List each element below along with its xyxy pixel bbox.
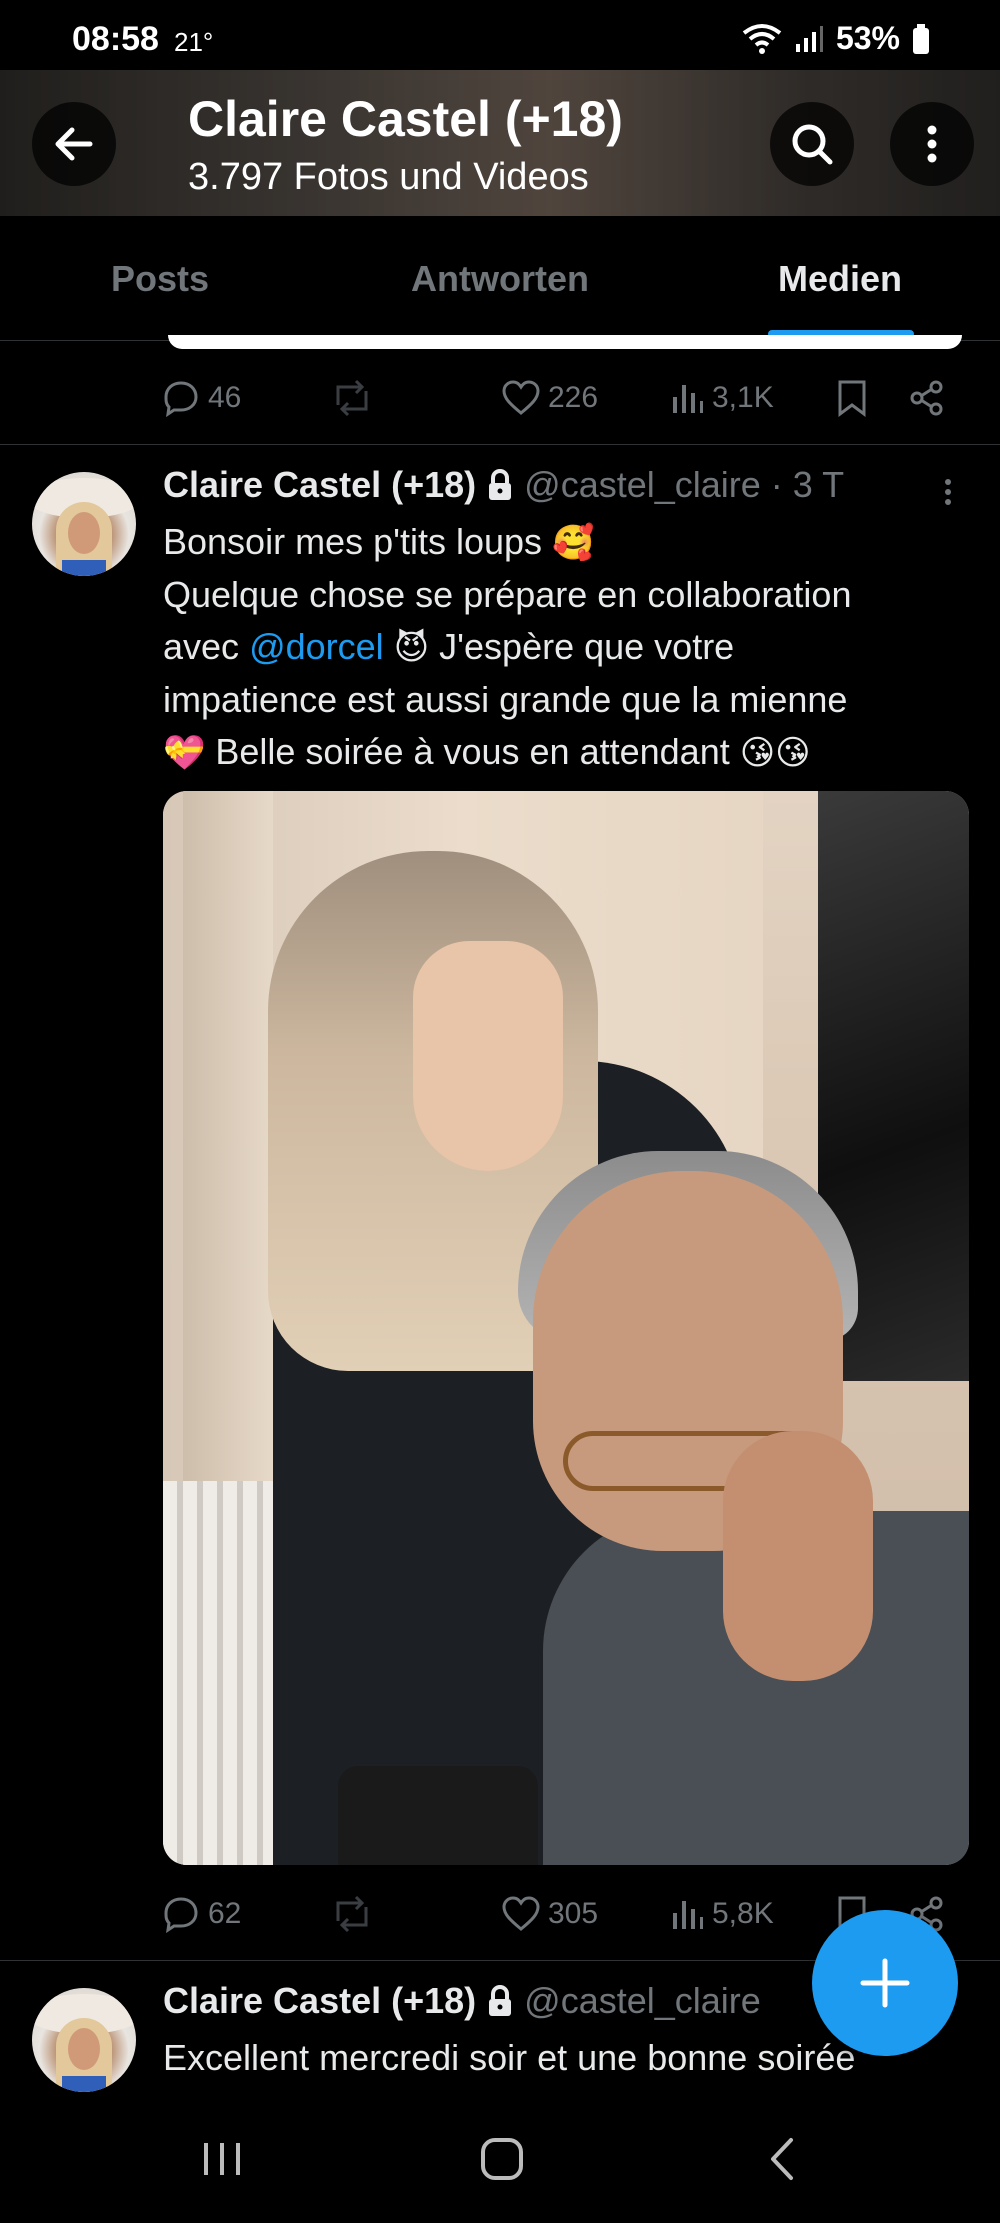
post-time: · 3 T	[770, 464, 845, 505]
views-icon	[673, 385, 703, 413]
signal-icon	[795, 25, 823, 52]
status-temperature: 21°	[174, 27, 214, 57]
bookmark-button[interactable]	[837, 370, 867, 426]
like-button[interactable]: 226	[502, 370, 598, 426]
profile-tabs: Posts Antworten Medien	[0, 216, 1000, 341]
previous-post-media[interactable]	[168, 335, 962, 349]
author-handle[interactable]: @castel_claire	[524, 1980, 761, 2022]
like-button[interactable]: 305	[502, 1886, 598, 1942]
battery-icon	[913, 23, 929, 54]
repost-button[interactable]	[330, 370, 374, 426]
post-photo[interactable]	[163, 791, 969, 1865]
kiss-emoji: 😘😘	[739, 733, 811, 773]
repost-icon	[336, 1895, 368, 1933]
post-text-line: Quelque chose se prépare en collaboratio…	[163, 574, 852, 615]
author-name[interactable]: Claire Castel (+18)	[163, 464, 476, 506]
back-button[interactable]	[32, 102, 116, 186]
author-handle[interactable]: @castel_claire	[524, 464, 761, 506]
battery-level: 53%	[835, 20, 900, 56]
like-icon	[502, 380, 540, 415]
status-indicators: 53%	[742, 20, 930, 57]
plus-icon	[860, 1958, 910, 2008]
like-icon	[502, 1896, 540, 1931]
more-vertical-icon	[945, 479, 951, 505]
share-button[interactable]	[908, 370, 946, 426]
lock-icon	[489, 1985, 512, 2016]
status-time: 08:58	[72, 20, 159, 58]
reply-icon	[164, 1897, 198, 1933]
recent-apps-icon	[204, 2143, 240, 2175]
devil-emoji: 😈	[393, 628, 430, 668]
tab-media[interactable]: Medien	[720, 216, 960, 341]
media-count: 3.797 Fotos und Videos	[188, 156, 589, 198]
heart-gift-emoji: 💝	[163, 733, 206, 773]
reply-count: 46	[208, 381, 242, 414]
reply-icon	[164, 381, 198, 417]
reply-button[interactable]: 46	[162, 370, 241, 426]
wifi-icon	[742, 23, 782, 54]
like-count: 226	[548, 381, 599, 414]
views-button[interactable]: 5,8K	[670, 1886, 774, 1942]
avatar[interactable]	[32, 1988, 136, 2092]
smiling-hearts-emoji: 🥰	[552, 523, 595, 563]
reply-count: 62	[208, 1897, 242, 1930]
like-count: 305	[548, 1897, 599, 1930]
more-options-button[interactable]	[890, 102, 974, 186]
profile-header: Claire Castel (+18) 3.797 Fotos und Vide…	[0, 70, 1000, 216]
post-text-line: avec @dorcel 😈 J'espère que votre	[163, 626, 735, 668]
tab-replies[interactable]: Antworten	[375, 216, 625, 341]
more-vertical-icon	[927, 125, 937, 163]
share-icon	[910, 380, 943, 416]
view-count: 5,8K	[712, 1897, 774, 1930]
tab-posts[interactable]: Posts	[40, 216, 280, 341]
back-arrow-icon	[55, 127, 93, 161]
post-divider	[0, 444, 1000, 445]
lock-icon	[489, 469, 512, 500]
status-bar: 08:58 21° 53%	[0, 0, 1000, 70]
mention-link[interactable]: @dorcel	[249, 626, 384, 667]
search-icon	[792, 124, 833, 165]
views-button[interactable]: 3,1K	[670, 370, 774, 426]
home-button[interactable]	[422, 2095, 582, 2223]
avatar[interactable]	[32, 472, 136, 576]
repost-icon	[336, 379, 368, 417]
back-nav-button[interactable]	[702, 2095, 862, 2223]
back-chevron-icon	[771, 2138, 793, 2180]
home-icon	[481, 2138, 523, 2180]
system-nav-bar	[0, 2095, 1000, 2223]
post-header: Claire Castel (+18) @castel_claire · 3 T	[163, 464, 844, 506]
repost-button[interactable]	[330, 1886, 374, 1942]
recent-apps-button[interactable]	[142, 2095, 302, 2223]
previous-post-actions: 46 226 3,1K	[162, 370, 962, 426]
view-count: 3,1K	[712, 381, 774, 414]
bookmark-icon	[838, 380, 866, 417]
post-text: Bonsoir mes p'tits loups 🥰 Quelque chose…	[163, 516, 963, 779]
post-text-line: Bonsoir mes p'tits loups 🥰	[163, 521, 595, 563]
post-text-line: impatience est aussi grande que la mienn…	[163, 679, 848, 720]
profile-name: Claire Castel (+18)	[188, 91, 623, 147]
views-icon	[673, 1901, 703, 1929]
compose-button[interactable]	[812, 1910, 958, 2056]
post-header: Claire Castel (+18) @castel_claire	[163, 1980, 761, 2022]
author-name[interactable]: Claire Castel (+18)	[163, 1980, 476, 2022]
post-text-line: 💝 Belle soirée à vous en attendant 😘😘	[163, 731, 811, 773]
search-button[interactable]	[770, 102, 854, 186]
reply-button[interactable]: 62	[162, 1886, 241, 1942]
post-more-button[interactable]	[930, 470, 966, 519]
